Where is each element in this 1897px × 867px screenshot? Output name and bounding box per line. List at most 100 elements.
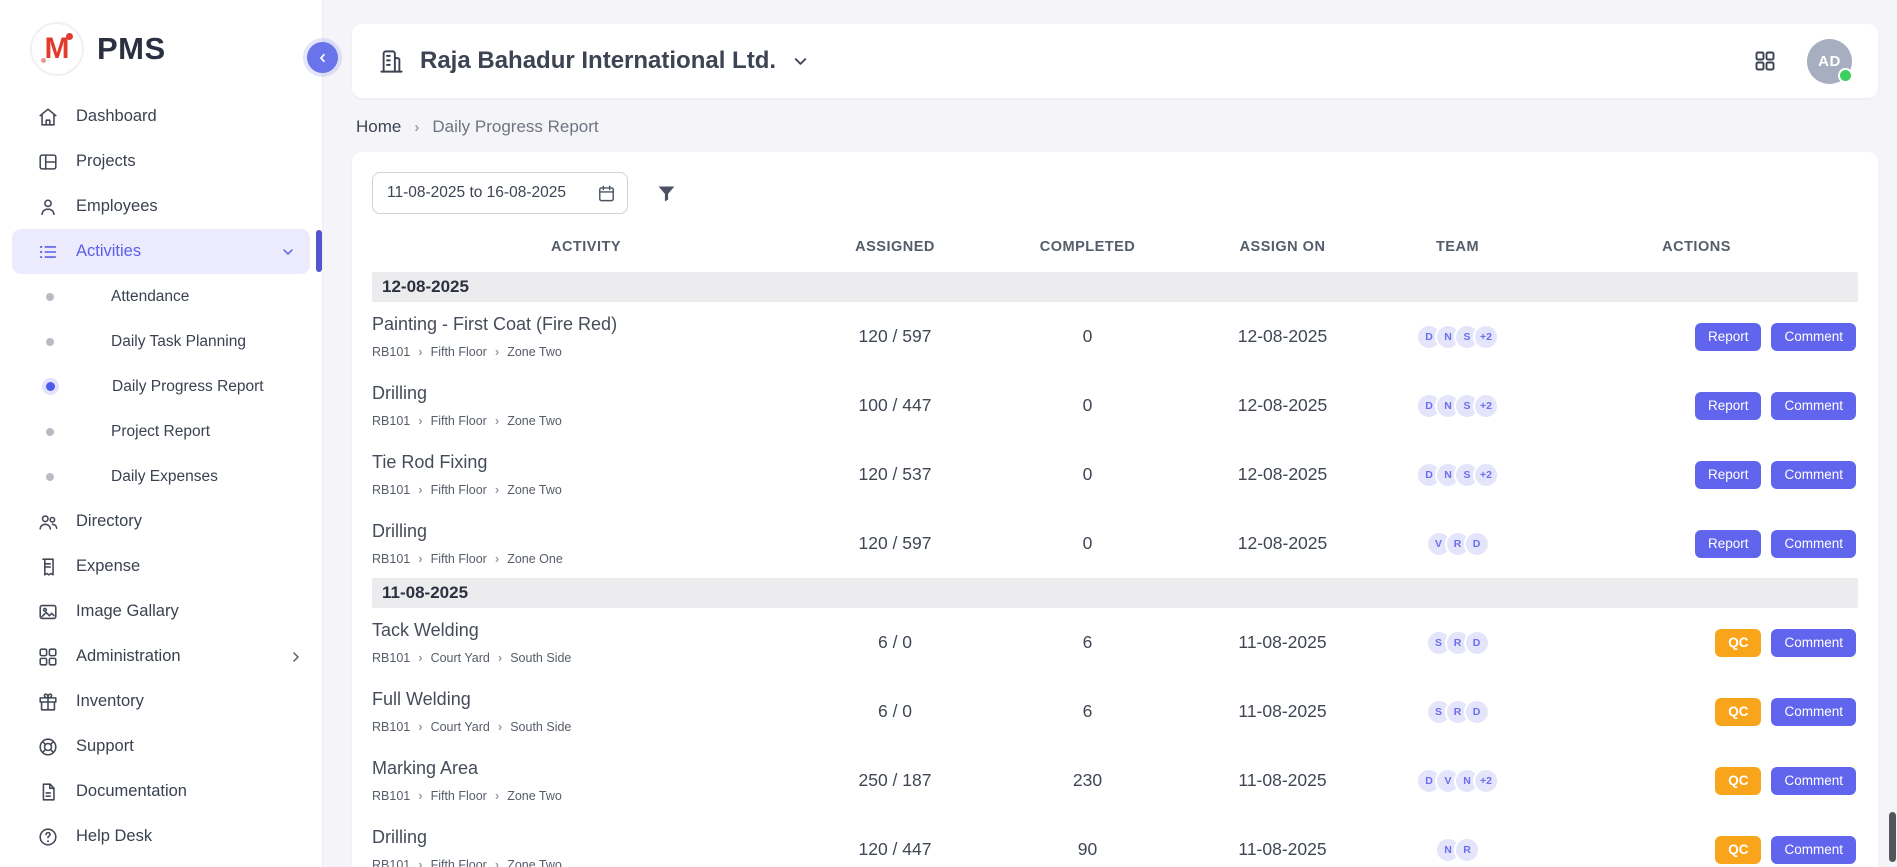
- breadcrumb: Home › Daily Progress Report: [356, 117, 1897, 137]
- bullet-dot-icon: [46, 338, 54, 346]
- team-avatars: DNS+2: [1380, 324, 1535, 350]
- sidebar-subitem-daily-progress-report[interactable]: Daily Progress Report: [0, 364, 322, 409]
- filter-row: 11-08-2025 to 16-08-2025: [372, 172, 1858, 214]
- report-button[interactable]: Report: [1695, 461, 1762, 489]
- table-header: ACTIVITY ASSIGNED COMPLETED ASSIGN ON TE…: [372, 222, 1858, 272]
- chevron-right-icon: [498, 719, 502, 734]
- chevron-right-icon: [495, 344, 499, 359]
- team-avatar-more: +2: [1473, 324, 1499, 350]
- sidebar-item-employees[interactable]: Employees: [0, 184, 322, 229]
- sidebar-item-directory[interactable]: Directory: [0, 499, 322, 544]
- comment-button[interactable]: Comment: [1771, 629, 1856, 657]
- breadcrumb-current: Daily Progress Report: [432, 117, 598, 137]
- sidebar-item-administration[interactable]: Administration: [0, 634, 322, 679]
- sidebar-subitem-daily-task-planning[interactable]: Daily Task Planning: [0, 319, 322, 364]
- chevron-down-icon: [280, 244, 296, 260]
- sidebar-item-inventory[interactable]: Inventory: [0, 679, 322, 724]
- table-row: Marking Area RB101Fifth FloorZone Two 25…: [372, 746, 1858, 815]
- activity-name: Tack Welding: [372, 620, 800, 641]
- chevron-right-icon: [495, 857, 499, 867]
- chevron-right-icon: [418, 482, 422, 497]
- breadcrumb-home[interactable]: Home: [356, 117, 401, 137]
- column-header-team: TEAM: [1380, 239, 1535, 255]
- avatar[interactable]: AD: [1807, 39, 1852, 84]
- sidebar-item-dashboard[interactable]: Dashboard: [0, 94, 322, 139]
- comment-button[interactable]: Comment: [1771, 461, 1856, 489]
- column-header-assigned: ASSIGNED: [800, 239, 990, 255]
- bullet-dot-icon: [46, 382, 55, 391]
- table-row: Full Welding RB101Court YardSouth Side 6…: [372, 677, 1858, 746]
- sidebar-item-activities[interactable]: Activities: [12, 229, 310, 274]
- chevron-right-icon: [495, 482, 499, 497]
- date-group-header: 12-08-2025: [372, 272, 1858, 302]
- image-gallery-icon: [37, 601, 59, 623]
- team-avatar-more: +2: [1473, 768, 1499, 794]
- qc-button[interactable]: QC: [1715, 836, 1761, 864]
- activity-path: RB101Court YardSouth Side: [372, 719, 800, 734]
- support-icon: [37, 736, 59, 758]
- team-avatar: D: [1464, 699, 1490, 725]
- sidebar-item-label: Support: [76, 737, 134, 756]
- qc-button[interactable]: QC: [1715, 767, 1761, 795]
- sidebar-subitem-label: Project Report: [111, 423, 210, 441]
- sidebar-collapse-button[interactable]: [307, 42, 338, 73]
- date-group-header: 11-08-2025: [372, 578, 1858, 608]
- team-avatars: DNS+2: [1380, 462, 1535, 488]
- sidebar-item-label: Inventory: [76, 692, 144, 711]
- comment-button[interactable]: Comment: [1771, 767, 1856, 795]
- pms-logo-icon: M: [32, 24, 82, 74]
- sidebar-subitem-label: Attendance: [111, 288, 189, 306]
- sidebar-subitem-daily-expenses[interactable]: Daily Expenses: [0, 454, 322, 499]
- sidebar-item-projects[interactable]: Projects: [0, 139, 322, 184]
- sidebar-subitem-label: Daily Progress Report: [112, 378, 264, 396]
- sidebar-subitem-attendance[interactable]: Attendance: [0, 274, 322, 319]
- table-row: Tack Welding RB101Court YardSouth Side 6…: [372, 608, 1858, 677]
- team-avatar: R: [1454, 837, 1480, 863]
- bullet-dot-icon: [46, 473, 54, 481]
- sidebar-subitem-project-report[interactable]: Project Report: [0, 409, 322, 454]
- comment-button[interactable]: Comment: [1771, 530, 1856, 558]
- sidebar-item-image-gallery[interactable]: Image Gallary: [0, 589, 322, 634]
- chevron-right-icon: [495, 551, 499, 566]
- comment-button[interactable]: Comment: [1771, 323, 1856, 351]
- activity-name: Tie Rod Fixing: [372, 452, 800, 473]
- qc-button[interactable]: QC: [1715, 698, 1761, 726]
- report-button[interactable]: Report: [1695, 392, 1762, 420]
- date-range-input[interactable]: 11-08-2025 to 16-08-2025: [372, 172, 628, 214]
- sidebar-item-help-desk[interactable]: Help Desk: [0, 814, 322, 859]
- apps-grid-icon[interactable]: [1753, 49, 1777, 73]
- sidebar-item-support[interactable]: Support: [0, 724, 322, 769]
- team-avatars: DVN+2: [1380, 768, 1535, 794]
- team-avatars: NR: [1380, 837, 1535, 863]
- chevron-right-icon: [288, 649, 304, 665]
- sidebar-item-label: Directory: [76, 512, 142, 531]
- chevron-right-icon: [418, 788, 422, 803]
- table-row: Tie Rod Fixing RB101Fifth FloorZone Two …: [372, 440, 1858, 509]
- company-selector[interactable]: Raja Bahadur International Ltd.: [378, 47, 810, 75]
- comment-button[interactable]: Comment: [1771, 698, 1856, 726]
- vertical-scrollbar[interactable]: [1889, 812, 1896, 862]
- assign-on-value: 12-08-2025: [1185, 464, 1380, 485]
- sidebar-item-expense[interactable]: Expense: [0, 544, 322, 589]
- assign-on-value: 12-08-2025: [1185, 326, 1380, 347]
- report-button[interactable]: Report: [1695, 323, 1762, 351]
- report-button[interactable]: Report: [1695, 530, 1762, 558]
- comment-button[interactable]: Comment: [1771, 392, 1856, 420]
- assign-on-value: 12-08-2025: [1185, 395, 1380, 416]
- completed-value: 0: [990, 395, 1185, 416]
- activity-name: Full Welding: [372, 689, 800, 710]
- comment-button[interactable]: Comment: [1771, 836, 1856, 864]
- filter-funnel-icon[interactable]: [656, 183, 677, 204]
- qc-button[interactable]: QC: [1715, 629, 1761, 657]
- column-header-assign-on: ASSIGN ON: [1185, 239, 1380, 255]
- chevron-down-icon: [791, 52, 810, 71]
- sidebar-item-label: Dashboard: [76, 107, 157, 126]
- sidebar-item-label: Image Gallary: [76, 602, 179, 621]
- team-avatars: VRD: [1380, 531, 1535, 557]
- assign-on-value: 11-08-2025: [1185, 839, 1380, 860]
- column-header-activity: ACTIVITY: [372, 239, 800, 255]
- sidebar-item-documentation[interactable]: Documentation: [0, 769, 322, 814]
- assigned-value: 120 / 597: [800, 533, 990, 554]
- activity-path: RB101Fifth FloorZone Two: [372, 482, 800, 497]
- table-row: Drilling RB101Fifth FloorZone One 120 / …: [372, 509, 1858, 578]
